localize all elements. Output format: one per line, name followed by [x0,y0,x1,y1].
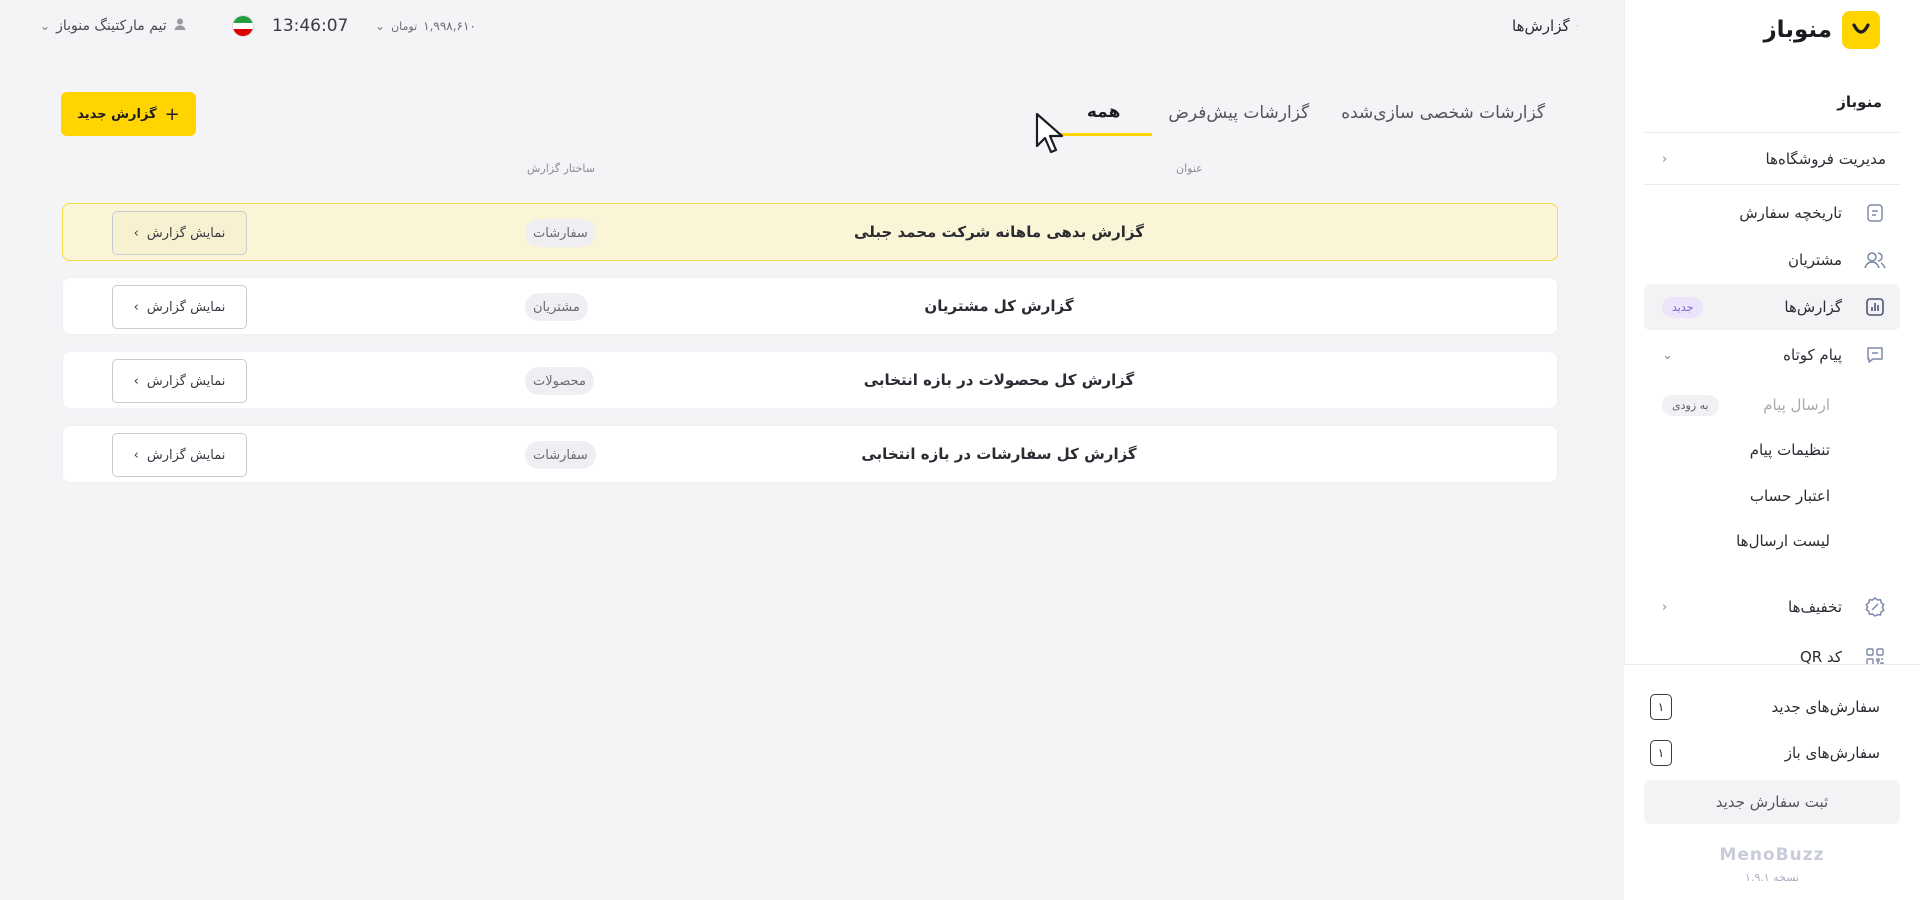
open-orders-label: سفارش‌های باز [1784,744,1880,762]
show-report-label: نمایش گزارش [146,447,226,463]
report-title: گزارش کل سفارشات در بازه انتخابی [861,445,1137,463]
table-row[interactable]: گزارش بدهی ماهانه شرکت محمد جبلی سفارشات… [62,203,1558,261]
sidebar-item-sms[interactable]: پیام کوتاه ⌄ [1644,332,1900,378]
brand-name: منوباز [1763,17,1832,43]
sidebar-item-order-history[interactable]: تاریخچه سفارش [1644,190,1900,236]
sidebar-subitem-account-credit[interactable]: اعتبار حساب [1644,476,1900,516]
show-report-button[interactable]: نمایش گزارش › [112,433,247,477]
sidebar-item-label: گزارش‌ها [1784,298,1842,316]
brand-logo-icon [1842,11,1880,49]
report-type-badge: سفارشات [525,441,596,469]
sidebar: منوباز منوباز مدیریت فروشگاه‌ها ‹ تاریخچ… [1624,0,1920,900]
column-header-title: عنوان [1176,162,1203,175]
currency-label: تومان [391,19,418,33]
new-report-label: گزارش جدید [77,106,157,122]
report-type-badge: سفارشات [525,219,596,247]
sidebar-item-label: تخفیف‌ها [1788,598,1842,616]
clock: 13:46:07 [272,0,348,52]
sidebar-item-discounts[interactable]: تخفیف‌ها ‹ [1644,584,1900,630]
info-dot-icon: · [1575,19,1580,33]
table-row[interactable]: گزارش کل مشتریان مشتریان نمایش گزارش › [62,277,1558,335]
chevron-left-icon: ‹ [1662,151,1668,167]
footer-logo: MenoBuzz [1719,845,1825,865]
sidebar-item-store-management[interactable]: مدیریت فروشگاه‌ها ‹ [1644,136,1900,182]
sidebar-item-label: تاریخچه سفارش [1739,204,1842,222]
sidebar-subitem-label: تنظیمات پیام [1749,441,1830,459]
report-title: گزارش بدهی ماهانه شرکت محمد جبلی [854,223,1144,241]
clock-time: 13:46:07 [272,16,349,36]
tab-all[interactable]: همه [1054,90,1153,136]
app-version: نسخه ۱.۹.۱ [1744,871,1800,884]
chart-icon [1864,296,1886,318]
sidebar-subitem-send-list[interactable]: لیست ارسال‌ها [1644,521,1900,561]
discount-icon [1864,596,1886,618]
chevron-down-icon: ⌄ [375,19,386,33]
divider [1644,184,1900,185]
new-order-button[interactable]: ثبت سفارش جدید [1644,780,1900,824]
page-title: · گزارش‌ها [1512,0,1579,52]
user-name: تیم مارکتینگ منوباز [56,18,167,34]
users-icon [1864,249,1886,271]
plus-icon: + [164,103,180,125]
sidebar-subitem-label: لیست ارسال‌ها [1736,532,1830,550]
user-menu[interactable]: ⌄ تیم مارکتینگ منوباز [40,0,187,52]
report-type-badge: محصولات [525,367,594,395]
balance-value: ۱,۹۹۸,۶۱۰ [423,19,476,33]
show-report-button[interactable]: نمایش گزارش › [112,211,247,255]
show-report-label: نمایش گزارش [146,299,226,315]
show-report-label: نمایش گزارش [146,225,226,241]
sidebar-subitem-message-settings[interactable]: تنظیمات پیام [1644,430,1900,470]
page-title-text: گزارش‌ها [1512,17,1570,35]
show-report-button[interactable]: نمایش گزارش › [112,285,247,329]
show-report-label: نمایش گزارش [146,373,226,389]
column-header-structure: ساختار گزارش [527,162,595,175]
sidebar-item-label: پیام کوتاه [1783,346,1842,364]
new-orders-count: ۱ [1650,694,1672,720]
open-orders-row[interactable]: سفارش‌های باز ۱ [1650,738,1880,768]
divider [1644,132,1900,133]
chevron-right-icon: › [133,299,139,315]
mouse-pointer-icon [1035,112,1065,158]
chevron-left-icon: ‹ [1662,599,1668,615]
sidebar-subitem-label: ارسال پیام [1763,396,1830,414]
report-tabs: همه گزارشات پیش‌فرض گزارشات شخصی سازی‌شد… [1054,90,1561,136]
table-row[interactable]: گزارش کل سفارشات در بازه انتخابی سفارشات… [62,425,1558,483]
report-type-badge: مشتریان [525,293,588,321]
sidebar-subitem-label: اعتبار حساب [1749,487,1830,505]
new-report-button[interactable]: + گزارش جدید [61,92,196,136]
sidebar-item-label: مشتریان [1788,251,1842,269]
tab-custom-reports[interactable]: گزارشات شخصی سازی‌شده [1325,90,1561,136]
new-badge: جدید [1662,296,1704,318]
new-orders-label: سفارش‌های جدید [1771,698,1880,716]
table-row[interactable]: گزارش کل محصولات در بازه انتخابی محصولات… [62,351,1558,409]
report-title: گزارش کل محصولات در بازه انتخابی [863,371,1135,389]
wallet-balance[interactable]: ⌄ تومان ۱,۹۹۸,۶۱۰ [375,0,476,52]
sidebar-subitem-send-message: ارسال پیام به زودی [1644,385,1900,425]
new-orders-row[interactable]: سفارش‌های جدید ۱ [1650,692,1880,722]
chevron-down-icon: ⌄ [1662,347,1673,363]
sidebar-item-label: مدیریت فروشگاه‌ها [1765,150,1886,168]
document-icon [1864,202,1886,224]
tab-default-reports[interactable]: گزارشات پیش‌فرض [1152,90,1325,136]
report-title: گزارش کل مشتریان [924,297,1074,315]
coming-soon-badge: به زودی [1662,394,1719,416]
sidebar-item-reports[interactable]: گزارش‌ها جدید [1644,284,1900,330]
chevron-right-icon: › [133,447,139,463]
user-icon [173,17,187,35]
chevron-down-icon: ⌄ [40,19,51,33]
iran-flag-icon[interactable] [232,0,254,52]
chevron-right-icon: › [133,373,139,389]
top-bar: · گزارش‌ها ⌄ تومان ۱,۹۹۸,۶۱۰ 13:46:07 ⌄ … [0,0,1624,56]
flag-icon [232,15,254,37]
show-report-button[interactable]: نمایش گزارش › [112,359,247,403]
section-title: منوباز [1837,93,1882,111]
chevron-right-icon: › [133,225,139,241]
open-orders-count: ۱ [1650,740,1672,766]
brand[interactable]: منوباز [1763,10,1880,50]
sidebar-item-customers[interactable]: مشتریان [1644,237,1900,283]
message-icon [1864,344,1886,366]
